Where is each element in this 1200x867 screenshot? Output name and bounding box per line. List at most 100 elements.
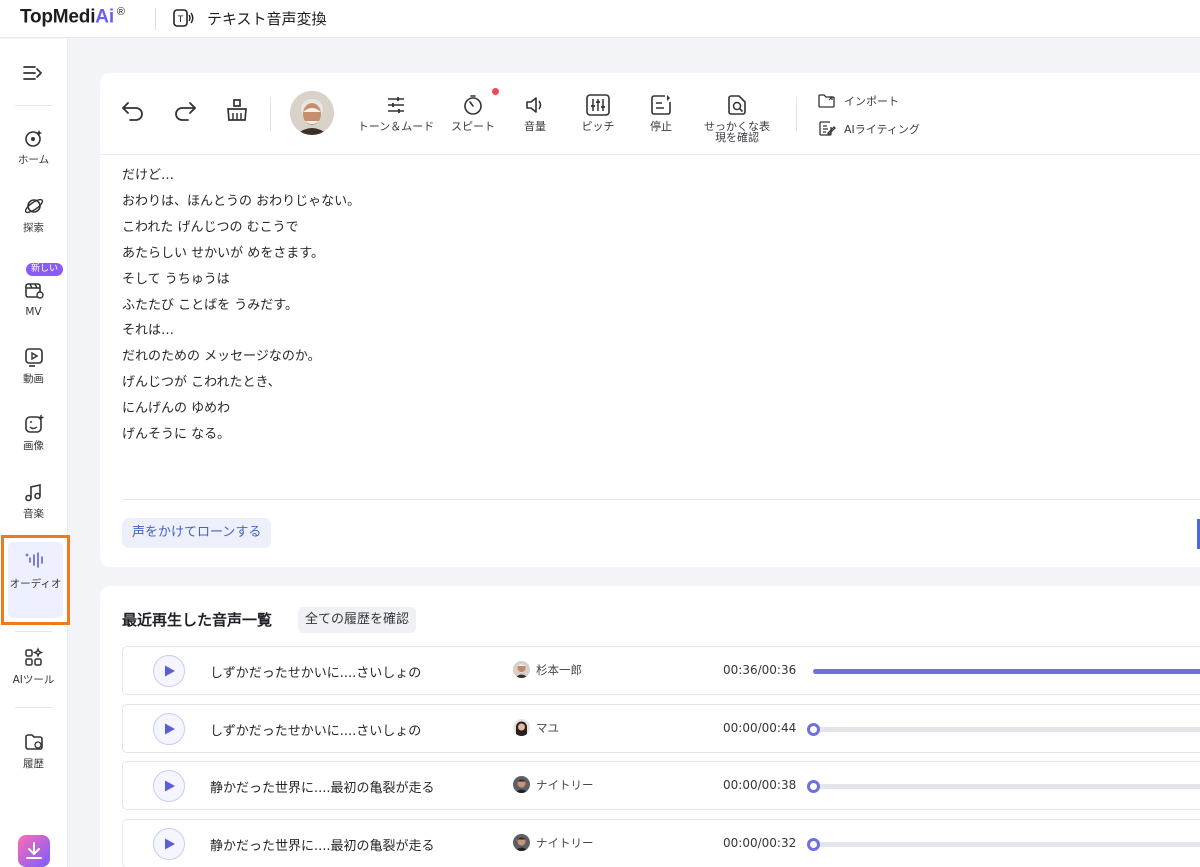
play-icon [165,780,175,792]
voice-avatar[interactable] [290,91,334,135]
audio-row[interactable]: しずかだったせかいに....さいしょの マユ 00:00/00:44 [122,704,1200,753]
audio-title: 静かだった世界に....最初の亀裂が走る [210,839,435,854]
play-button[interactable] [153,828,185,860]
import-folder-icon [818,94,835,108]
menu-collapse-icon[interactable] [21,61,45,85]
tool-label: せっかくな表 現を確認 [704,120,770,144]
voice-clone-button[interactable]: 声をかけてローンする [122,518,272,548]
video-icon [24,348,43,367]
volume-button[interactable]: 音量 [515,93,555,133]
undo-icon [122,102,143,121]
play-button[interactable] [153,770,185,802]
sidebar-item-mv[interactable]: MV [0,279,67,319]
progress-bar[interactable] [813,669,1200,674]
text-line: ふたたび ことばを うみだす。 [122,297,298,313]
progress-bar[interactable] [807,723,1200,736]
toolbar-divider [796,97,797,131]
sidebar-item-audio-highlight[interactable]: オーディオ [1,535,70,625]
speaker-icon [526,97,542,113]
header-divider [155,8,156,30]
sidebar-item-audio[interactable]: オーディオ [8,542,63,618]
sidebar-divider [15,105,52,106]
play-button[interactable] [153,655,185,687]
download-app-icon[interactable] [18,835,50,867]
audio-row[interactable]: 静かだった世界に....最初の亀裂が走る ナイトリー 00:00/00:38 [122,761,1200,810]
script-text-area[interactable]: だけど… おわりは、ほんとうの おわりじゃない。 こわれた げんじつの むこうで… [122,163,1122,448]
text-line: おわりは、ほんとうの おわりじゃない。 [122,193,361,209]
audio-title: しずかだったせかいに....さいしょの [210,666,422,681]
voice-name: マユ [536,720,559,735]
voice-info: マユ [513,719,559,736]
sidebar-item-label: 履歴 [23,758,44,770]
progress-bar[interactable] [807,838,1200,851]
voice-name: ナイトリー [536,777,594,792]
sidebar-item-home[interactable]: ホーム [0,127,67,167]
audio-row[interactable]: 静かだった世界に....最初の亀裂が走る ナイトリー 00:00/00:32 [122,819,1200,867]
voice-info: ナイトリー [513,776,594,793]
speed-button[interactable]: スピート [445,93,501,133]
tone-mood-button[interactable]: トーン＆ムード [356,93,436,133]
audio-row[interactable]: しずかだったせかいに....さいしょの 杉本一郎 00:36/00:36 [122,646,1200,695]
clear-button[interactable] [222,95,252,125]
page-title: テキスト音声変換 [207,10,327,28]
sidebar-item-ai-tools[interactable]: AIツール [0,647,67,687]
audio-title: 静かだった世界に....最初の亀裂が走る [210,781,435,796]
sidebar-item-image[interactable]: 画像 [0,413,67,453]
text-line: だれのための メッセージなのか。 [122,349,321,365]
play-icon [165,838,175,850]
ai-writing-label: AIライティング [844,122,920,136]
undo-button[interactable] [118,95,148,125]
tool-label: 停止 [650,120,672,133]
text-line: げんじつが こわれたとき、 [122,375,281,391]
editor-panel: トーン＆ムード スピート 音量 ピッチ 停止 せっかくな表 現を確認 インポート [100,73,1200,567]
progress-bar[interactable] [807,780,1200,793]
history-icon [24,734,43,750]
view-all-history-button[interactable]: 全ての履歴を確認 [298,607,417,633]
ai-writing-icon [819,121,836,136]
explore-icon [24,198,43,214]
pitch-button[interactable]: ピッチ [575,93,621,133]
audio-time: 00:00/00:32 [723,836,797,850]
play-button[interactable] [153,713,185,745]
sidebar: ホーム 探索 新しい MV 動画 画像 音楽 オーディオ AIツール 履歴 [0,39,70,867]
recent-audio-panel: 最近再生した音声一覧 全ての履歴を確認 しずかだったせかいに....さいしょの … [100,586,1200,867]
notification-dot [492,88,499,95]
redo-button[interactable] [170,95,200,125]
progress-knob[interactable] [807,780,820,793]
sidebar-item-label: AIツール [12,674,55,686]
text-line: こわれた げんじつの むこうで [122,219,299,235]
timer-icon [464,95,482,115]
audio-icon [24,552,43,568]
sidebar-item-video[interactable]: 動画 [0,346,67,386]
app-logo[interactable]: TopMediAi ® [20,6,125,28]
voice-info: 杉本一郎 [513,661,582,678]
text-line: だけど… [122,168,175,183]
toolbar-divider [270,97,271,131]
svg-text:T: T [177,15,184,25]
progress-knob[interactable] [807,838,820,851]
check-expression-button[interactable]: せっかくな表 現を確認 [698,93,776,143]
sidebar-item-history[interactable]: 履歴 [0,731,67,771]
tool-label: トーン＆ムード [357,120,435,133]
pause-button[interactable]: 停止 [643,93,679,133]
text-line: そして うちゅうは [122,271,230,287]
voice-avatar [513,834,530,851]
text-to-speech-icon: T [173,9,194,27]
ai-writing-button[interactable]: AIライティング [818,120,920,137]
sidebar-divider [15,707,52,708]
progress-knob[interactable] [807,723,820,736]
pause-text-icon [651,95,671,115]
new-badge: 新しい [26,263,64,276]
ai-tools-icon [24,647,43,666]
sidebar-item-label: 探索 [23,222,44,234]
text-line: げんそうに なる。 [122,427,231,443]
voice-avatar [513,719,530,736]
audio-time: 00:36/00:36 [723,663,797,677]
import-button[interactable]: インポート [818,93,899,109]
search-doc-icon [728,95,746,115]
sidebar-item-label: 画像 [23,440,44,452]
sidebar-item-explore[interactable]: 探索 [0,195,67,235]
sidebar-item-music[interactable]: 音楽 [0,481,67,521]
sidebar-item-label: MV [25,306,42,318]
voice-name: 杉本一郎 [536,662,582,677]
